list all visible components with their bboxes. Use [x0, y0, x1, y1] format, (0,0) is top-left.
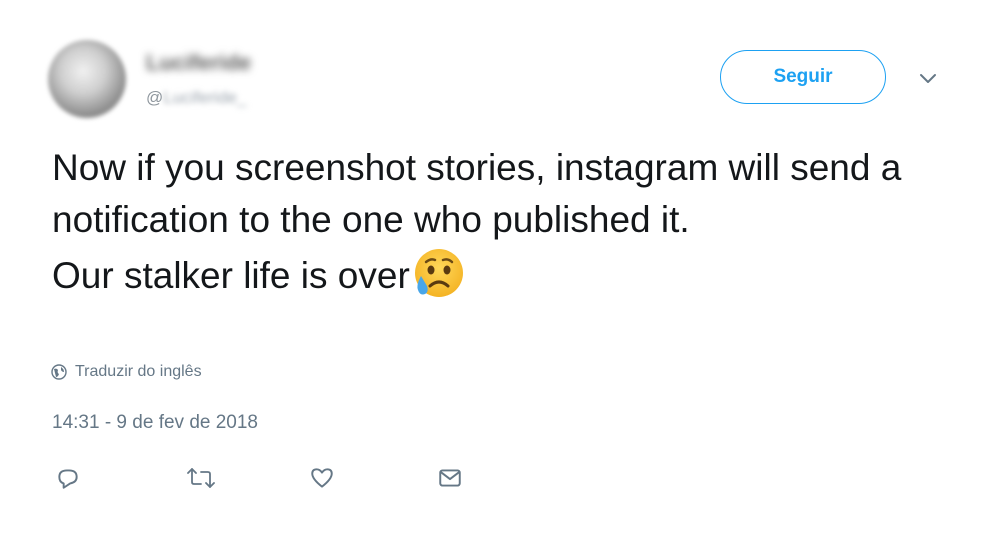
reply-icon: [58, 469, 78, 489]
action-bar: [52, 462, 472, 494]
username-handle: Luciferide_: [163, 88, 247, 107]
message-button[interactable]: [434, 462, 466, 494]
chevron-down-icon[interactable]: [916, 66, 940, 90]
tweet-text-line-2-text: Our stalker life is over: [52, 255, 410, 296]
avatar[interactable]: [48, 40, 126, 118]
follow-button[interactable]: Seguir: [720, 50, 886, 104]
username-prefix: @: [146, 88, 164, 107]
translate-label: Traduzir do inglês: [75, 363, 202, 380]
globe-icon: [51, 364, 67, 380]
sad-but-relieved-face-icon: [414, 249, 463, 297]
tweet-text-line-1: Now if you screenshot stories, instagram…: [52, 147, 902, 240]
timestamp[interactable]: 14:31 - 9 de fev de 2018: [52, 412, 258, 434]
like-button[interactable]: [306, 462, 338, 494]
translate-link[interactable]: Traduzir do inglês: [51, 363, 202, 381]
retweet-icon: [187, 468, 215, 488]
tweet-text: Now if you screenshot stories, instagram…: [52, 142, 952, 302]
username[interactable]: @Luciferide_: [146, 88, 246, 108]
envelope-icon: [439, 469, 461, 487]
display-name[interactable]: Luciferide: [146, 50, 251, 76]
reply-button[interactable]: [52, 462, 84, 494]
retweet-button[interactable]: [185, 462, 217, 494]
tweet-text-line-2: Our stalker life is over: [52, 246, 952, 302]
heart-icon: [311, 468, 333, 488]
